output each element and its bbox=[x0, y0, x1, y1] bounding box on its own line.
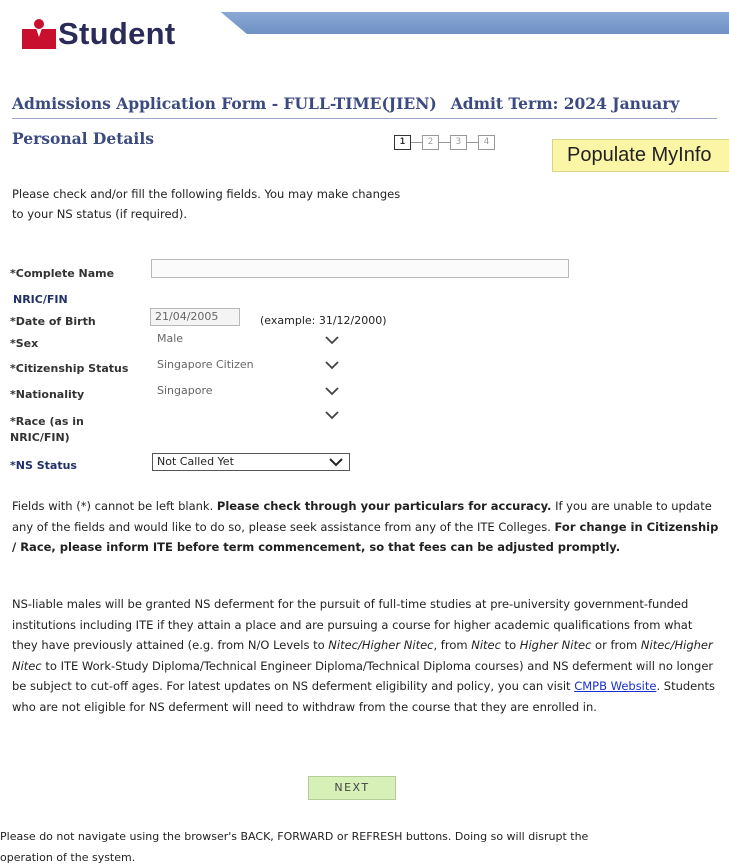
race-label: *Race (as in NRIC/FIN) bbox=[10, 414, 84, 446]
nationality-label: *Nationality bbox=[10, 388, 85, 401]
ns-text: to bbox=[500, 638, 520, 652]
chevron-down-icon[interactable] bbox=[325, 386, 339, 396]
ns-text: or from bbox=[591, 638, 641, 652]
logo: Student bbox=[22, 12, 175, 56]
nric-label: NRIC/FIN bbox=[13, 293, 68, 306]
dob-example: (example: 31/12/2000) bbox=[260, 314, 387, 327]
intro-line-1: Please check and/or fill the following f… bbox=[12, 187, 401, 201]
cmpb-website-link[interactable]: CMPB Website bbox=[574, 679, 656, 693]
step-4: 4 bbox=[478, 135, 495, 150]
dob-input[interactable]: 21/04/2005 bbox=[150, 308, 240, 326]
footer-warning: Please do not navigate using the browser… bbox=[0, 826, 729, 868]
step-2: 2 bbox=[422, 135, 439, 150]
ns-status-select[interactable]: Not Called Yet bbox=[152, 453, 350, 471]
ns-text: , from bbox=[433, 638, 472, 652]
ns-text-italic: Nitec bbox=[471, 638, 501, 652]
admit-term: Admit Term: 2024 January bbox=[450, 94, 680, 113]
step-connector bbox=[411, 142, 422, 143]
sex-label: *Sex bbox=[10, 337, 39, 350]
chevron-down-icon bbox=[329, 458, 343, 467]
form-title: Admissions Application Form - FULL-TIME(… bbox=[12, 94, 717, 119]
nationality-select-value[interactable]: Singapore bbox=[157, 384, 213, 397]
step-connector bbox=[467, 142, 478, 143]
sex-select-value[interactable]: Male bbox=[157, 332, 183, 345]
ns-text-italic: Higher Nitec bbox=[519, 638, 592, 652]
step-connector bbox=[439, 142, 450, 143]
footer-line-2: operation of the system. bbox=[0, 851, 136, 864]
race-label-line-1: *Race (as in bbox=[10, 415, 84, 428]
intro-text: Please check and/or fill the following f… bbox=[12, 184, 432, 224]
step-3: 3 bbox=[450, 135, 467, 150]
ns-status-label: *NS Status bbox=[10, 459, 77, 472]
populate-myinfo-button[interactable]: Populate MyInfo bbox=[552, 139, 729, 172]
intro-line-2: to your NS status (if required). bbox=[12, 207, 187, 221]
ns-text-italic: Nitec/Higher Nitec bbox=[328, 638, 434, 652]
accuracy-notice: Please check through your particulars fo… bbox=[216, 499, 552, 513]
race-label-line-2: NRIC/FIN) bbox=[10, 431, 70, 444]
citizenship-label: *Citizenship Status bbox=[10, 362, 129, 375]
next-button[interactable]: NEXT bbox=[308, 776, 396, 800]
notice-text: Fields with (*) cannot be left blank. bbox=[12, 499, 217, 513]
step-1: 1 bbox=[394, 135, 411, 150]
header-bar bbox=[220, 12, 729, 34]
section-title: Personal Details bbox=[12, 129, 154, 148]
ns-status-value: Not Called Yet bbox=[157, 455, 234, 468]
chevron-down-icon[interactable] bbox=[325, 360, 339, 370]
footer-line-1: Please do not navigate using the browser… bbox=[0, 830, 589, 843]
logo-icon bbox=[22, 19, 56, 49]
logo-text: Student bbox=[58, 16, 176, 51]
notice-paragraph-2: NS-liable males will be granted NS defer… bbox=[12, 594, 720, 717]
dob-label: *Date of Birth bbox=[10, 315, 96, 328]
chevron-down-icon[interactable] bbox=[325, 410, 339, 420]
citizenship-select-value[interactable]: Singapore Citizen bbox=[157, 358, 254, 371]
complete-name-input[interactable] bbox=[151, 259, 569, 278]
step-indicator: 1 2 3 4 bbox=[394, 135, 495, 150]
chevron-down-icon[interactable] bbox=[325, 335, 339, 345]
complete-name-label: *Complete Name bbox=[10, 267, 115, 280]
notice-paragraph-1: Fields with (*) cannot be left blank. Pl… bbox=[12, 496, 720, 558]
form-name: Admissions Application Form - FULL-TIME(… bbox=[12, 94, 437, 113]
